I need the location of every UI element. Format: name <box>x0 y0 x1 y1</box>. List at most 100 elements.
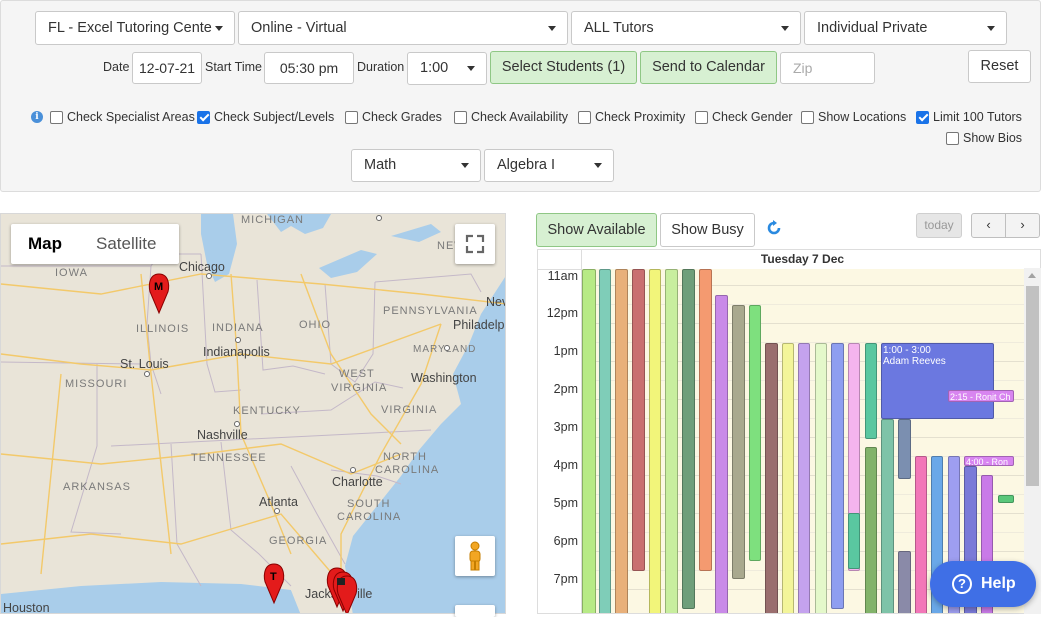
today-button[interactable]: today <box>916 213 962 238</box>
label-arkansas: ARKANSAS <box>63 481 131 493</box>
start-time-label: Start Time <box>205 60 262 74</box>
calendar-event[interactable] <box>915 456 927 613</box>
prev-button[interactable]: ‹ <box>971 213 1006 238</box>
hour-label: 1pm <box>553 344 578 358</box>
border <box>324 281 376 383</box>
checkbox-icon[interactable] <box>946 131 959 145</box>
zip-input[interactable]: Zip <box>780 52 875 84</box>
session-type-select[interactable]: Individual Private <box>804 11 1007 45</box>
check-label: Show Locations <box>818 110 907 124</box>
center-select[interactable]: FL - Excel Tutoring Cente <box>35 11 235 45</box>
checkbox-icon[interactable] <box>801 110 814 124</box>
satellite-tab[interactable]: Satellite <box>79 224 173 264</box>
show-bios[interactable]: Show Bios <box>946 131 1022 145</box>
info-icon[interactable]: i <box>31 111 43 123</box>
start-time-input[interactable]: 05:30 pm <box>264 52 354 84</box>
calendar-scrollbar[interactable] <box>1024 268 1041 614</box>
send-to-calendar-button[interactable]: Send to Calendar <box>640 51 777 84</box>
calendar-event[interactable] <box>881 419 894 613</box>
checkbox-icon[interactable] <box>578 110 591 124</box>
highway <box>300 273 402 445</box>
mode-select[interactable]: Online - Virtual <box>238 11 568 45</box>
check-subject-levels[interactable]: Check Subject/Levels <box>197 110 334 124</box>
calendar-event[interactable] <box>649 269 661 613</box>
calendar-event[interactable] <box>815 343 827 613</box>
chevron-down-icon <box>987 26 995 31</box>
map-marker-icon[interactable] <box>148 273 170 315</box>
help-button[interactable]: ? Help <box>930 561 1036 607</box>
scroll-up-icon[interactable] <box>1028 273 1036 278</box>
label-northcarolina1: NORTH <box>383 451 427 463</box>
zoom-control[interactable] <box>455 605 495 617</box>
city-dot <box>234 421 240 427</box>
calendar-event[interactable] <box>798 343 810 613</box>
calendar-event[interactable] <box>898 551 911 613</box>
date-input[interactable]: 12-07-21 <box>132 52 202 84</box>
next-button[interactable]: › <box>1005 213 1040 238</box>
calendar-event-small[interactable]: 4:00 - Ron <box>964 456 1014 466</box>
calendar-event[interactable] <box>749 305 761 561</box>
level-value: Algebra I <box>497 157 556 173</box>
chevron-down-icon <box>548 26 556 31</box>
hour-label: 2pm <box>553 382 578 396</box>
subject-value: Math <box>364 157 397 173</box>
checkbox-icon[interactable] <box>50 110 63 124</box>
calendar-event[interactable] <box>632 269 645 571</box>
fullscreen-button[interactable] <box>455 224 495 264</box>
level-select[interactable]: Algebra I <box>484 149 614 182</box>
select-students-button[interactable]: Select Students (1) <box>490 51 637 84</box>
calendar-event[interactable] <box>831 343 844 609</box>
show-busy-button[interactable]: Show Busy <box>660 213 755 247</box>
tutors-select[interactable]: ALL Tutors <box>571 11 801 45</box>
show-available-button[interactable]: Show Available <box>536 213 657 247</box>
scroll-thumb[interactable] <box>1026 286 1039 486</box>
chevron-right-icon: › <box>1020 217 1025 232</box>
center-select-value: FL - Excel Tutoring Cente <box>48 20 212 36</box>
check-label: Check Availability <box>471 110 569 124</box>
calendar-event[interactable] <box>765 343 778 613</box>
label-iowa: IOWA <box>55 267 88 279</box>
chevron-down-icon <box>461 163 469 168</box>
map-view[interactable]: MICHIGAN NEW IOWA Chicago PENNSYLVANIA N… <box>0 213 506 614</box>
calendar-event-small[interactable]: 2:15 - Ronit Ch <box>948 390 1014 402</box>
calendar-event[interactable] <box>682 269 695 609</box>
calendar-event[interactable] <box>848 513 860 569</box>
duration-select[interactable]: 1:00 <box>407 52 487 85</box>
checkbox-icon[interactable] <box>345 110 358 124</box>
calendar-event[interactable] <box>665 269 678 613</box>
calendar-event[interactable] <box>699 269 712 571</box>
checkbox-icon[interactable] <box>454 110 467 124</box>
check-proximity[interactable]: Check Proximity <box>578 110 685 124</box>
calendar-event[interactable] <box>865 343 877 439</box>
label-nashville: Nashville <box>197 428 248 442</box>
calendar-event[interactable] <box>615 269 628 613</box>
label-southcarolina1: SOUTH <box>347 498 391 510</box>
checkbox-icon[interactable] <box>695 110 708 124</box>
checkbox-checked-icon[interactable] <box>916 110 929 124</box>
calendar-event[interactable] <box>865 447 877 613</box>
calendar-event[interactable] <box>782 343 794 613</box>
refresh-icon[interactable] <box>765 219 783 237</box>
calendar-event-adam-reeves[interactable]: 1:00 - 3:00 Adam Reeves <box>881 343 994 419</box>
calendar-event[interactable] <box>998 495 1014 503</box>
marker-cluster-icon <box>337 578 345 585</box>
calendar-event[interactable] <box>599 269 611 613</box>
calendar-event[interactable] <box>582 269 596 613</box>
label-philadelphia: Philadelph <box>453 318 506 332</box>
calendar-event[interactable] <box>732 305 745 579</box>
check-gender[interactable]: Check Gender <box>695 110 793 124</box>
check-specialist-areas[interactable]: Check Specialist Areas <box>50 110 195 124</box>
calendar-event[interactable] <box>898 419 911 479</box>
street-view-button[interactable] <box>455 536 495 576</box>
check-grades[interactable]: Check Grades <box>345 110 442 124</box>
event-label: 2:15 - Ronit Ch <box>950 392 1011 402</box>
check-availability[interactable]: Check Availability <box>454 110 568 124</box>
checkbox-checked-icon[interactable] <box>197 110 210 124</box>
show-locations[interactable]: Show Locations <box>801 110 906 124</box>
calendar-event[interactable] <box>715 295 728 613</box>
map-tab[interactable]: Map <box>11 224 79 264</box>
city-dot <box>376 215 382 221</box>
reset-button[interactable]: Reset <box>968 50 1031 83</box>
limit-100-tutors[interactable]: Limit 100 Tutors <box>916 110 1022 124</box>
subject-select[interactable]: Math <box>351 149 481 182</box>
